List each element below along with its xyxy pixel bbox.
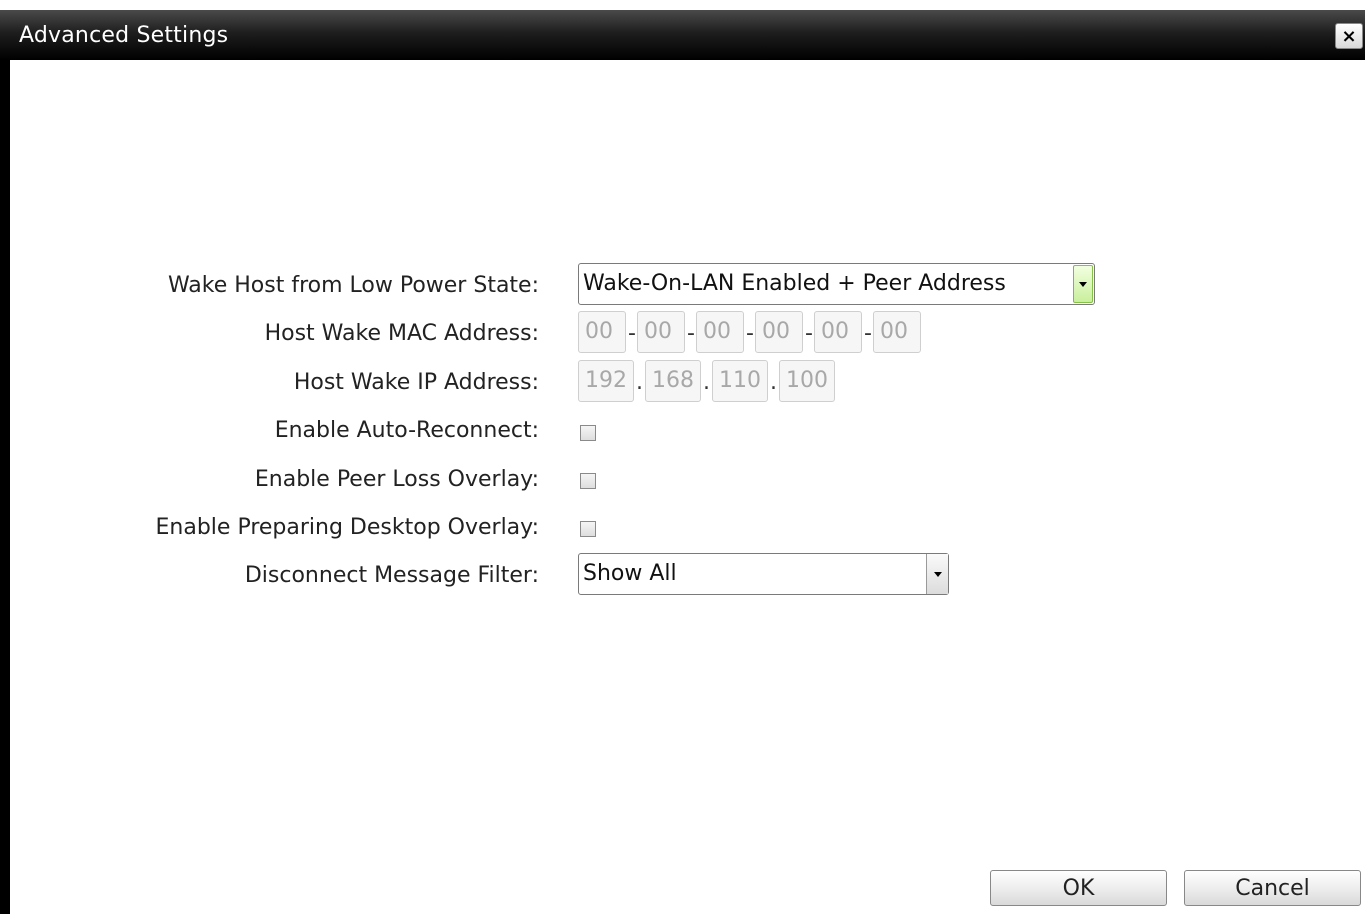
preparing-desktop-overlay-checkbox[interactable] [580, 521, 596, 537]
peer-loss-overlay-label: Enable Peer Loss Overlay: [254, 467, 539, 492]
mac-separator: - [628, 321, 636, 346]
ip-separator: . [703, 370, 710, 395]
auto-reconnect-label: Enable Auto-Reconnect: [274, 418, 539, 443]
top-strip [0, 0, 1365, 10]
disconnect-filter-select[interactable]: Show All [578, 553, 949, 595]
mac-octet-4: 00 [755, 311, 803, 353]
ip-separator: . [770, 370, 777, 395]
close-icon: × [1341, 25, 1357, 47]
ip-separator: . [636, 370, 643, 395]
wake-host-dropdown-arrow[interactable] [1073, 265, 1093, 303]
close-button[interactable]: × [1335, 23, 1363, 49]
mac-separator: - [864, 321, 872, 346]
mac-octet-2: 00 [637, 311, 685, 353]
peer-loss-overlay-checkbox[interactable] [580, 473, 596, 489]
wake-host-value: Wake-On-LAN Enabled + Peer Address [583, 271, 1006, 296]
mac-separator: - [746, 321, 754, 346]
wake-host-select[interactable]: Wake-On-LAN Enabled + Peer Address [578, 263, 1095, 305]
ip-address-label: Host Wake IP Address: [293, 370, 539, 395]
wake-host-label: Wake Host from Low Power State: [167, 273, 539, 298]
mac-octet-5: 00 [814, 311, 862, 353]
advanced-settings-dialog [0, 10, 1365, 914]
mac-separator: - [687, 321, 695, 346]
mac-address-label: Host Wake MAC Address: [264, 321, 539, 346]
ok-button[interactable]: OK [990, 870, 1167, 906]
disconnect-filter-value: Show All [583, 561, 677, 586]
ip-octet-4: 100 [779, 360, 835, 402]
ip-octet-3: 110 [712, 360, 768, 402]
auto-reconnect-checkbox[interactable] [580, 425, 596, 441]
chevron-down-icon [933, 571, 942, 577]
mac-separator: - [805, 321, 813, 346]
mac-octet-3: 00 [696, 311, 744, 353]
ip-octet-1: 192 [578, 360, 634, 402]
preparing-desktop-overlay-label: Enable Preparing Desktop Overlay: [155, 515, 539, 540]
ip-octet-2: 168 [645, 360, 701, 402]
disconnect-filter-label: Disconnect Message Filter: [244, 563, 539, 588]
cancel-button[interactable]: Cancel [1184, 870, 1361, 906]
dialog-title: Advanced Settings [19, 23, 229, 48]
mac-octet-6: 00 [873, 311, 921, 353]
dialog-left-border [0, 10, 10, 914]
disconnect-filter-dropdown-arrow[interactable] [926, 554, 948, 594]
mac-octet-1: 00 [578, 311, 626, 353]
chevron-down-icon [1079, 281, 1087, 287]
